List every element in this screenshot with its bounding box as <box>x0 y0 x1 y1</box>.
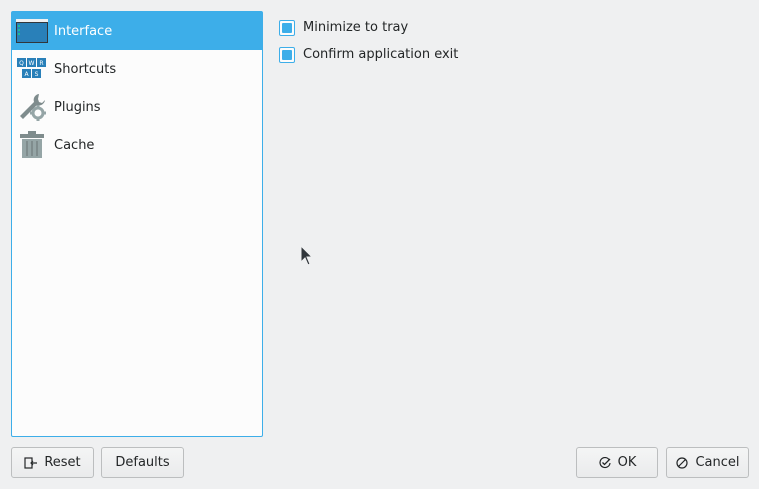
category-label-cache: Cache <box>54 137 95 153</box>
cancel-icon <box>675 456 689 470</box>
defaults-label: Defaults <box>115 455 170 470</box>
key-r-label: R <box>39 60 43 67</box>
minimize-to-tray-checkbox[interactable] <box>279 19 295 36</box>
check-circle-icon <box>598 456 612 470</box>
defaults-button[interactable]: Defaults <box>101 447 184 478</box>
key-w-label: W <box>29 60 35 67</box>
checkbox-checked-mark <box>282 22 292 33</box>
category-item-plugins[interactable]: Plugins <box>12 88 262 126</box>
reset-button[interactable]: Reset <box>11 447 94 478</box>
category-item-interface[interactable]: Interface <box>12 12 262 50</box>
category-item-cache[interactable]: Cache <box>12 126 262 164</box>
category-label-shortcuts: Shortcuts <box>54 61 117 77</box>
ok-button[interactable]: OK <box>576 447 658 478</box>
ok-label: OK <box>617 455 637 470</box>
option-confirm-exit[interactable]: Confirm application exit <box>279 41 458 68</box>
cancel-label: Cancel <box>695 455 740 470</box>
confirm-exit-checkbox[interactable] <box>279 46 295 63</box>
reset-icon <box>24 456 38 470</box>
category-label-interface: Interface <box>54 23 113 39</box>
confirm-exit-label[interactable]: Confirm application exit <box>303 47 458 62</box>
cancel-button[interactable]: Cancel <box>666 447 749 478</box>
settings-category-list: Interface Q W R A S Shortcuts Plugins Ca… <box>11 11 263 437</box>
minimize-to-tray-label[interactable]: Minimize to tray <box>303 20 408 35</box>
option-minimize-to-tray[interactable]: Minimize to tray <box>279 14 458 41</box>
mouse-pointer-icon <box>300 245 314 266</box>
trash-icon <box>16 129 48 161</box>
category-label-plugins: Plugins <box>54 99 101 115</box>
keyboard-icon: Q W R A S <box>16 53 48 85</box>
interface-options: Minimize to tray Confirm application exi… <box>279 14 458 68</box>
reset-label: Reset <box>44 455 81 470</box>
window-icon <box>16 15 48 47</box>
category-item-shortcuts[interactable]: Q W R A S Shortcuts <box>12 50 262 88</box>
key-q-label: Q <box>19 60 24 67</box>
key-s-label: S <box>35 71 39 78</box>
plugins-icon <box>16 91 48 123</box>
checkbox-checked-mark <box>282 49 292 60</box>
